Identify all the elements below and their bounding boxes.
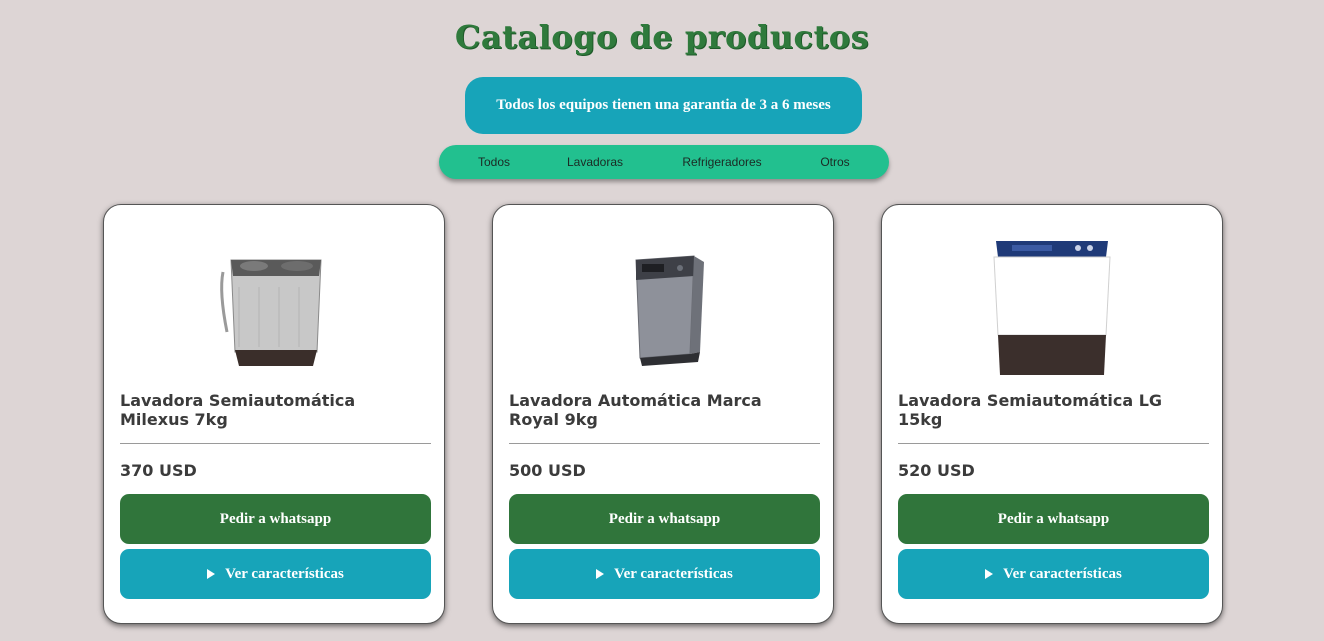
- product-name: Lavadora Semiautomática LG 15kg: [898, 391, 1163, 429]
- washer-twin-tub-gray-icon: [220, 259, 322, 366]
- product-image: [104, 227, 444, 377]
- product-card: Lavadora Semiautomática LG 15kg 520 USD …: [881, 204, 1223, 624]
- product-card: Lavadora Automática Marca Royal 9kg 500 …: [492, 204, 834, 624]
- play-triangle-icon: [207, 569, 216, 579]
- view-features-button[interactable]: Ver características: [509, 549, 820, 599]
- page-title: Catalogo de productos: [454, 18, 870, 56]
- warranty-text: Todos los equipos tienen una garantia de…: [496, 97, 831, 113]
- nav-item-otros[interactable]: Otros: [820, 145, 849, 179]
- order-whatsapp-button[interactable]: Pedir a whatsapp: [898, 494, 1209, 544]
- view-features-button[interactable]: Ver características: [120, 549, 431, 599]
- card-divider: [509, 443, 820, 444]
- view-features-button[interactable]: Ver características: [898, 549, 1209, 599]
- card-divider: [120, 443, 431, 444]
- view-features-label: Ver características: [225, 565, 344, 582]
- catalog-page: Catalogo de productos Todos los equipos …: [0, 0, 1324, 641]
- order-whatsapp-button[interactable]: Pedir a whatsapp: [509, 494, 820, 544]
- nav-item-refrigeradores[interactable]: Refrigeradores: [682, 145, 761, 179]
- order-whatsapp-button[interactable]: Pedir a whatsapp: [120, 494, 431, 544]
- nav-item-lavadoras[interactable]: Lavadoras: [567, 145, 623, 179]
- order-whatsapp-label: Pedir a whatsapp: [219, 510, 332, 527]
- view-features-label: Ver características: [614, 565, 733, 582]
- product-name: Lavadora Semiautomática Milexus 7kg: [120, 391, 356, 429]
- product-image: [882, 227, 1222, 377]
- category-nav: Todos Lavadoras Refrigeradores Otros: [439, 145, 889, 179]
- play-triangle-icon: [596, 569, 605, 579]
- product-name: Lavadora Automática Marca Royal 9kg: [509, 391, 762, 429]
- product-price: 370 USD: [120, 461, 197, 480]
- nav-item-todos[interactable]: Todos: [478, 145, 510, 179]
- washer-top-load-gray-icon: [635, 255, 704, 366]
- product-image: [493, 227, 833, 377]
- view-features-label: Ver características: [1003, 565, 1122, 582]
- order-whatsapp-label: Pedir a whatsapp: [997, 510, 1110, 527]
- product-price: 500 USD: [509, 461, 586, 480]
- play-triangle-icon: [985, 569, 994, 579]
- warranty-banner: Todos los equipos tienen una garantia de…: [465, 77, 862, 134]
- card-divider: [898, 443, 1209, 444]
- product-card: Lavadora Semiautomática Milexus 7kg 370 …: [103, 204, 445, 624]
- product-price: 520 USD: [898, 461, 975, 480]
- washer-twin-tub-white-blue-icon: [993, 241, 1111, 375]
- order-whatsapp-label: Pedir a whatsapp: [608, 510, 721, 527]
